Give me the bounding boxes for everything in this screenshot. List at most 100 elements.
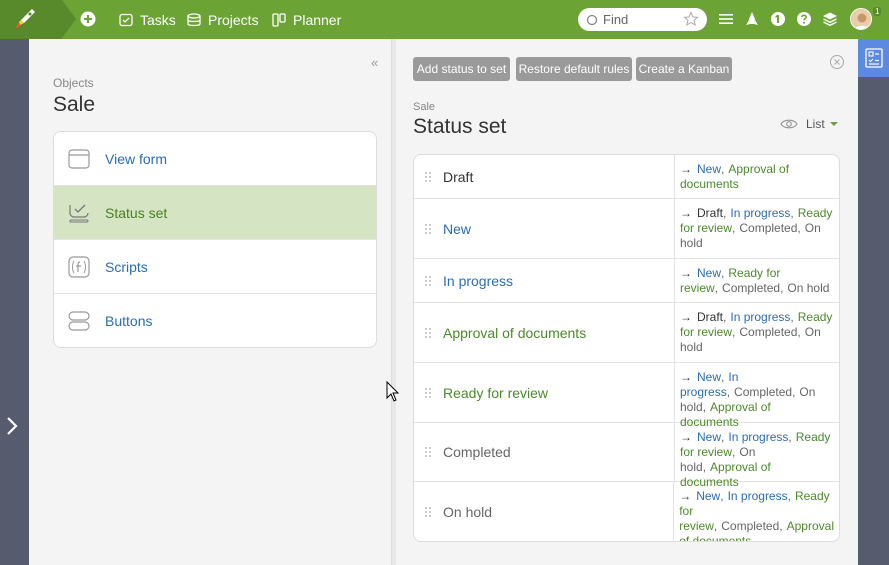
status-row[interactable]: Completed → New, In progress, Ready for revi… [414, 423, 839, 489]
separator: , [787, 489, 791, 503]
status-name[interactable]: In progress [443, 273, 513, 289]
transition-link[interactable]: New [697, 162, 721, 176]
planner-icon [272, 12, 286, 27]
menu-hamburger-icon[interactable] [718, 11, 734, 27]
separator: , [797, 221, 801, 235]
menu-item-label: Scripts [105, 258, 148, 275]
app-circle-icon[interactable] [770, 11, 786, 27]
help-icon[interactable] [796, 11, 812, 27]
nav-projects-label: Projects [208, 11, 259, 28]
status-row[interactable]: Ready for review → New, In progress, Complet… [414, 363, 839, 429]
right-panel-tab[interactable] [858, 39, 889, 77]
status-name[interactable]: Completed [443, 444, 511, 460]
transition-link[interactable]: Completed [722, 281, 780, 295]
transition-link[interactable]: On hold [787, 281, 829, 295]
transition-link[interactable]: New [696, 489, 720, 503]
transition-link[interactable]: New [697, 430, 721, 444]
separator: , [779, 519, 783, 533]
status-row[interactable]: Draft → New, Approval of documents [414, 155, 839, 199]
status-name[interactable]: On hold [443, 504, 492, 520]
transition-link[interactable]: Completed [739, 221, 797, 235]
status-row[interactable]: New → Draft, In progress, Ready for review, C… [414, 199, 839, 259]
transitions-cell: → New, Ready for review, Completed, On hold [675, 259, 839, 302]
user-avatar[interactable] [850, 8, 872, 30]
status-row[interactable]: In progress → New, Ready for review, Complet… [414, 259, 839, 303]
menu-item-label: Status set [105, 204, 168, 221]
separator: , [732, 325, 736, 339]
drag-handle-icon[interactable] [424, 506, 432, 518]
separator: , [723, 310, 727, 324]
restore-default-rules-button[interactable]: Restore default rules [516, 57, 632, 81]
transition-link[interactable]: In progress [728, 430, 788, 444]
collapse-panel-icon[interactable]: « [371, 55, 378, 70]
transition-link[interactable]: New [697, 370, 721, 384]
menu-item-buttons[interactable]: Buttons [54, 294, 376, 347]
status-name-cell[interactable]: Completed [414, 423, 675, 481]
rocket-icon[interactable] [744, 11, 760, 27]
separator: , [790, 310, 794, 324]
menu-item-status-set[interactable]: Status set [54, 186, 376, 240]
status-name-cell[interactable]: Ready for review [414, 363, 675, 422]
star-icon[interactable] [683, 11, 699, 27]
status-name-cell[interactable]: Approval of documents [414, 303, 675, 362]
chevron-down-icon [829, 122, 838, 126]
status-name-cell[interactable]: On hold [414, 482, 675, 541]
chevron-right-icon[interactable] [5, 415, 19, 437]
menu-item-view-form[interactable]: View form [54, 132, 376, 186]
search-input[interactable] [603, 12, 683, 27]
separator: , [702, 460, 707, 474]
arrow-right-icon: → [680, 310, 692, 324]
rocket-logo-icon [15, 9, 35, 29]
separator: , [797, 325, 801, 339]
search-box[interactable] [578, 8, 707, 31]
arrow-right-icon: → [680, 370, 692, 384]
status-name-cell[interactable]: Draft [414, 155, 675, 198]
drag-handle-icon[interactable] [424, 275, 432, 287]
logo-area[interactable] [0, 0, 76, 39]
drag-handle-icon[interactable] [424, 446, 432, 458]
transition-link[interactable]: Completed [734, 385, 792, 399]
view-mode-dropdown[interactable]: List [780, 117, 838, 131]
transition-link[interactable]: Completed [739, 325, 797, 339]
add-plus-icon[interactable] [80, 11, 96, 27]
drag-handle-icon[interactable] [424, 171, 432, 183]
notification-badge: 1 [873, 7, 882, 16]
status-row[interactable]: Approval of documents → Draft, In progress,… [414, 303, 839, 363]
close-icon[interactable] [829, 54, 845, 70]
top-bar: Tasks Projects Planner Find 1 [0, 0, 889, 39]
status-set-panel: Add status to set Restore default rules … [396, 39, 858, 565]
transition-link[interactable]: In progress [730, 310, 790, 324]
menu-item-scripts[interactable]: Scripts [54, 240, 376, 294]
nav-planner-label: Planner [293, 11, 342, 28]
separator: , [714, 281, 719, 295]
status-name-cell[interactable]: In progress [414, 259, 675, 302]
separator: , [721, 266, 725, 280]
status-row[interactable]: On hold → New, In progress, Ready for review… [414, 482, 839, 541]
drag-handle-icon[interactable] [424, 223, 432, 235]
nav-tasks[interactable]: Tasks [118, 0, 176, 39]
section-title: Status set [413, 115, 507, 138]
nav-projects[interactable]: Projects [186, 0, 259, 39]
transition-link[interactable]: New [697, 266, 721, 280]
status-name[interactable]: Approval of documents [443, 325, 586, 341]
transition-link[interactable]: Completed [721, 519, 779, 533]
status-name-cell[interactable]: New [414, 199, 675, 258]
drag-handle-icon[interactable] [424, 387, 432, 399]
nav-planner[interactable]: Planner [271, 0, 341, 39]
transition-link[interactable]: In progress [728, 489, 788, 503]
eye-icon [780, 119, 798, 129]
transition-link[interactable]: In progress [730, 206, 790, 220]
separator: , [721, 162, 725, 176]
drag-handle-icon[interactable] [424, 327, 432, 339]
create-kanban-button[interactable]: Create a Kanban [636, 57, 732, 81]
transitions-cell: → Draft, In progress, Ready for review, Comp… [675, 199, 839, 258]
status-name[interactable]: New [443, 221, 471, 237]
add-status-button[interactable]: Add status to set [413, 57, 510, 81]
nav-tasks-label: Tasks [140, 11, 176, 28]
status-name[interactable]: Draft [443, 169, 473, 185]
transition-link[interactable]: Draft [697, 206, 723, 220]
status-name[interactable]: Ready for review [443, 385, 548, 401]
transition-link[interactable]: Draft [697, 310, 723, 324]
layers-icon[interactable] [822, 11, 838, 27]
left-collapsed-strip[interactable] [0, 39, 29, 565]
